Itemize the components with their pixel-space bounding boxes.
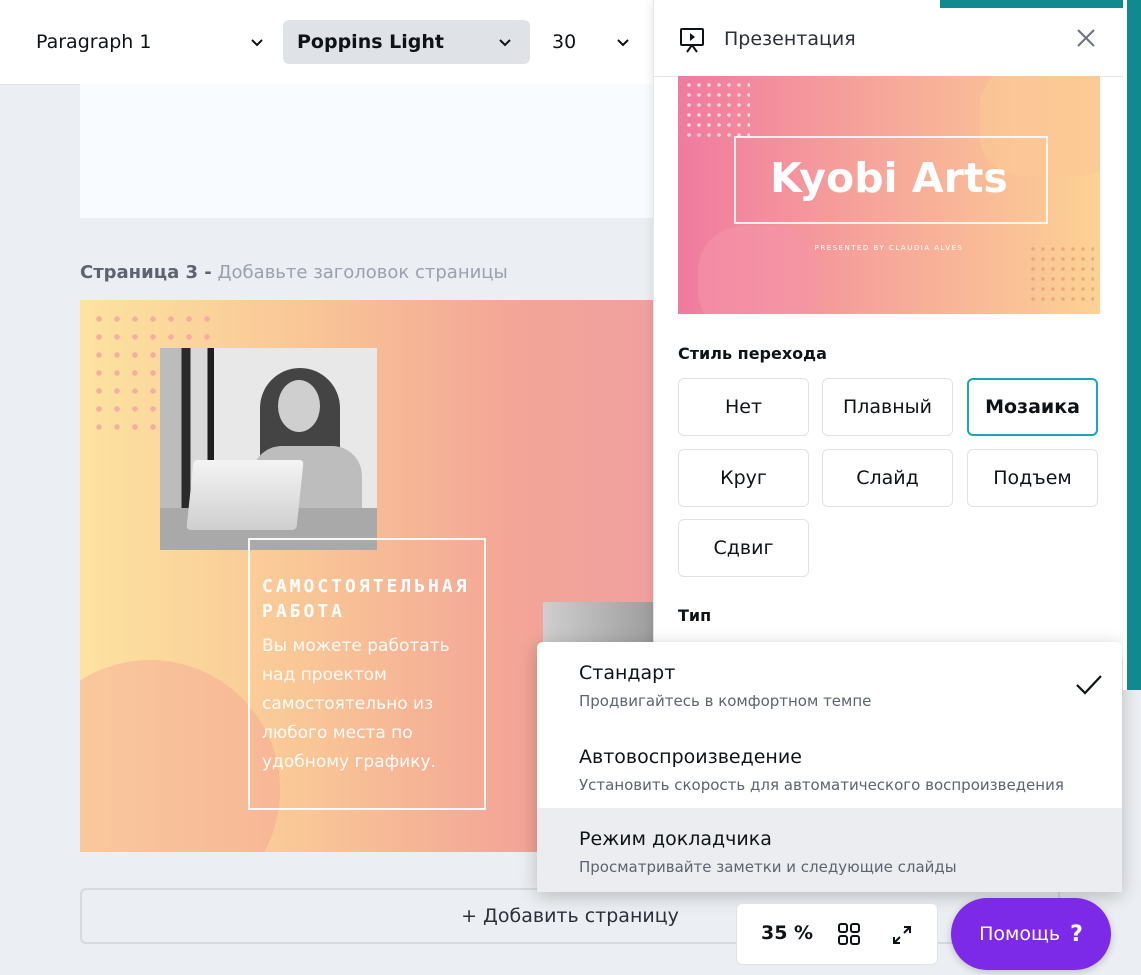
page-number-label: Страница 3 - bbox=[80, 262, 212, 283]
photo-woman-laptop[interactable] bbox=[160, 348, 377, 550]
type-option-desc: Установить скорость для автоматического … bbox=[579, 776, 1064, 794]
slide-text-box[interactable]: САМОСТОЯТЕЛЬНАЯ РАБОТА Вы можете работат… bbox=[248, 538, 486, 810]
paragraph-style-dropdown[interactable]: Paragraph 1 bbox=[36, 20, 266, 64]
type-option-title: Режим докладчика bbox=[579, 828, 772, 850]
chevron-down-icon bbox=[499, 39, 511, 47]
font-family-value: Poppins Light bbox=[297, 31, 444, 53]
slide-body-text[interactable]: Вы можете работать над проектом самостоя… bbox=[262, 632, 472, 777]
type-option-title: Стандарт bbox=[579, 662, 676, 684]
presentation-panel: Презентация Kyobi Arts PRESENTED BY CLAU… bbox=[653, 0, 1124, 660]
text-toolbar: Paragraph 1 Poppins Light 30 bbox=[0, 0, 660, 85]
type-option-desc: Продвигайтесь в комфортном темпе bbox=[579, 692, 872, 710]
check-icon bbox=[1076, 675, 1102, 695]
presentation-type-menu: Стандарт Продвигайтесь в комфортном темп… bbox=[537, 642, 1122, 892]
font-size-dropdown[interactable]: 30 bbox=[552, 20, 632, 64]
transition-shift-button[interactable]: Сдвиг bbox=[678, 519, 809, 577]
chevron-down-icon bbox=[617, 39, 629, 47]
preview-subtitle: PRESENTED BY CLAUDIA ALVES bbox=[814, 244, 964, 252]
page-title-placeholder[interactable]: Добавьте заголовок страницы bbox=[217, 262, 507, 283]
help-question-mark: ? bbox=[1070, 921, 1083, 947]
presentation-preview[interactable]: Kyobi Arts PRESENTED BY CLAUDIA ALVES bbox=[678, 76, 1100, 314]
paragraph-style-value: Paragraph 1 bbox=[36, 31, 152, 53]
edge-strip-top bbox=[940, 0, 1141, 8]
type-option-presenter-mode[interactable]: Режим докладчика Просматривайте заметки … bbox=[537, 808, 1122, 892]
preview-title: Kyobi Arts bbox=[770, 154, 1008, 202]
help-button[interactable]: Помощь ? bbox=[951, 898, 1111, 970]
expand-icon[interactable] bbox=[891, 924, 913, 946]
type-option-title: Автовоспроизведение bbox=[579, 746, 802, 768]
transition-smooth-button[interactable]: Плавный bbox=[822, 378, 953, 436]
type-option-desc: Просматривайте заметки и следующие слайд… bbox=[579, 858, 957, 876]
edge-strip bbox=[1123, 0, 1141, 690]
zoom-level[interactable]: 35 % bbox=[761, 922, 813, 944]
page-label[interactable]: Страница 3 - Добавьте заголовок страницы bbox=[80, 262, 508, 283]
help-label: Помощь bbox=[979, 923, 1061, 945]
previous-page-card[interactable] bbox=[80, 84, 660, 218]
transition-slide-button[interactable]: Слайд bbox=[822, 449, 953, 507]
font-size-value: 30 bbox=[552, 31, 577, 53]
presentation-icon bbox=[680, 28, 704, 53]
close-icon[interactable] bbox=[1074, 26, 1098, 50]
transition-circle-button[interactable]: Круг bbox=[678, 449, 809, 507]
panel-title: Презентация bbox=[724, 28, 856, 50]
font-family-dropdown[interactable]: Poppins Light bbox=[283, 20, 530, 64]
type-label: Тип bbox=[678, 606, 712, 625]
chevron-down-icon bbox=[251, 39, 263, 47]
slide-heading[interactable]: САМОСТОЯТЕЛЬНАЯ РАБОТА bbox=[262, 574, 472, 624]
type-option-standard[interactable]: Стандарт Продвигайтесь в комфортном темп… bbox=[537, 642, 1122, 726]
transition-rise-button[interactable]: Подъем bbox=[967, 449, 1098, 507]
panel-header: Презентация bbox=[654, 0, 1124, 77]
transition-style-label: Стиль перехода bbox=[678, 344, 827, 363]
grid-icon[interactable] bbox=[837, 922, 861, 946]
transition-mosaic-button[interactable]: Мозаика bbox=[967, 378, 1098, 436]
type-option-autoplay[interactable]: Автовоспроизведение Установить скорость … bbox=[537, 726, 1122, 810]
transition-none-button[interactable]: Нет bbox=[678, 378, 809, 436]
zoom-controls: 35 % bbox=[736, 903, 938, 965]
